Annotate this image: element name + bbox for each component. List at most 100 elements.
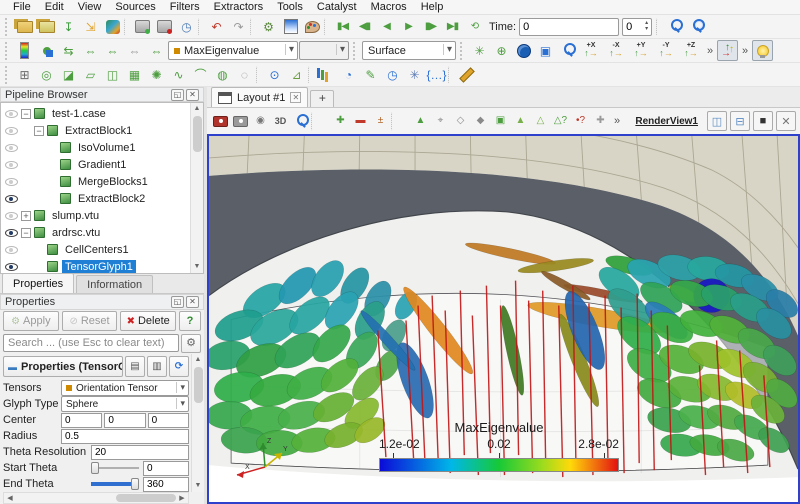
histogram-icon[interactable]: [316, 64, 337, 85]
toolbar-drag-handle[interactable]: [5, 18, 10, 36]
menu-sources[interactable]: Sources: [108, 1, 162, 13]
split-horizontal-button[interactable]: ◫: [707, 111, 727, 131]
visibility-eye-icon[interactable]: [5, 212, 18, 220]
glyph-icon[interactable]: ✺: [146, 64, 167, 85]
pipeline-item-mergeblocks1[interactable]: MergeBlocks1: [1, 173, 188, 190]
zoom-closest-to-data-icon[interactable]: [557, 40, 578, 61]
contour-icon[interactable]: ◎: [36, 64, 57, 85]
menu-macros[interactable]: Macros: [364, 1, 414, 13]
frame-index-spinner[interactable]: [622, 18, 652, 36]
copy-properties-icon[interactable]: ▤: [125, 356, 145, 377]
add-selection-icon[interactable]: ✚: [331, 112, 350, 131]
rubber-band-zoom-icon[interactable]: [513, 40, 534, 61]
delete-button[interactable]: ✖ Delete: [120, 311, 176, 331]
menu-file[interactable]: File: [6, 1, 38, 13]
toolbar-drag-handle[interactable]: [5, 66, 10, 84]
zoom-to-box-icon[interactable]: [291, 112, 310, 131]
select-blocks-icon[interactable]: ▣: [491, 112, 510, 131]
menu-extractors[interactable]: Extractors: [207, 1, 271, 13]
float-dock-icon[interactable]: ◱: [171, 89, 184, 101]
close-dock-icon[interactable]: ✕: [186, 296, 199, 308]
tab-properties[interactable]: Properties: [2, 273, 74, 293]
pipeline-item-cellcenters1[interactable]: CellCenters1: [1, 241, 188, 258]
probe-location-icon[interactable]: ⊙: [264, 64, 285, 85]
center-y-field[interactable]: [104, 413, 145, 428]
visibility-eye-icon[interactable]: [5, 246, 18, 254]
select-points-on-surface-icon[interactable]: ⌖: [431, 112, 450, 131]
end-theta-field[interactable]: [143, 477, 189, 492]
extract-subset-icon[interactable]: ▦: [124, 64, 145, 85]
group-datasets-icon[interactable]: ◍: [212, 64, 233, 85]
close-dock-icon[interactable]: ✕: [186, 89, 199, 101]
visibility-eye-icon[interactable]: [5, 263, 18, 271]
toolbar-drag-handle[interactable]: [460, 42, 465, 60]
interactive-select-cells-icon[interactable]: ▲: [511, 112, 530, 131]
programmable-filter-icon[interactable]: {…}: [426, 64, 447, 85]
zoom-to-data-icon[interactable]: ⊕: [491, 40, 512, 61]
render-options-icon[interactable]: [280, 16, 301, 37]
capture-screenshot-icon[interactable]: [231, 112, 250, 131]
play-backward-button[interactable]: ◀: [376, 16, 397, 37]
visibility-eye-icon[interactable]: [5, 127, 18, 135]
set-view-plus-z-button[interactable]: +Z: [679, 40, 703, 61]
reset-button[interactable]: ⊘ Reset: [62, 311, 118, 331]
tab-information[interactable]: Information: [76, 275, 153, 293]
close-tab-icon[interactable]: ✕: [290, 92, 301, 103]
hover-cells-icon[interactable]: •?: [571, 112, 590, 131]
visibility-eye-icon[interactable]: [5, 144, 18, 152]
pipeline-item-slump-vtu[interactable]: + slump.vtu: [1, 207, 188, 224]
start-theta-field[interactable]: [143, 461, 189, 476]
next-frame-button[interactable]: ▮▶: [420, 16, 441, 37]
apply-button[interactable]: ⚙ Apply: [3, 311, 59, 331]
light-kit-toggle[interactable]: [752, 40, 773, 61]
tree-expander-icon[interactable]: [34, 245, 44, 255]
tree-expander-icon[interactable]: −: [34, 126, 44, 136]
visibility-eye-icon[interactable]: [5, 229, 18, 237]
visibility-eye-icon[interactable]: [5, 110, 18, 118]
last-frame-button[interactable]: ▶▮: [442, 16, 463, 37]
magnifier-add-icon[interactable]: [686, 16, 707, 37]
tree-expander-icon[interactable]: −: [21, 228, 31, 238]
tree-expander-icon[interactable]: [34, 262, 44, 272]
search-input[interactable]: [3, 334, 179, 352]
first-frame-button[interactable]: ▮◀: [332, 16, 353, 37]
tensors-combo[interactable]: Orientation Tensor: [61, 380, 189, 396]
representation-selector[interactable]: Surface: [362, 41, 456, 60]
play-button[interactable]: ▶: [398, 16, 419, 37]
toggle-color-legend-icon[interactable]: [14, 40, 35, 61]
grow-selection-icon[interactable]: ✚: [591, 112, 610, 131]
rescale-temporal-icon[interactable]: ⇔: [124, 40, 145, 61]
add-layout-tab[interactable]: +: [310, 90, 334, 107]
rescale-to-data-icon[interactable]: ⇔: [80, 40, 101, 61]
color-legend[interactable]: MaxEigenvalue 1.2e-02 0.02 2.8e-02: [379, 420, 619, 472]
paste-properties-icon[interactable]: ▥: [147, 356, 167, 377]
extract-level-icon[interactable]: ◌: [234, 64, 255, 85]
maximize-view-button[interactable]: ■: [753, 111, 773, 131]
stream-tracer-icon[interactable]: ∿: [168, 64, 189, 85]
start-theta-slider[interactable]: [91, 461, 139, 475]
menu-help[interactable]: Help: [414, 1, 451, 13]
set-view-minus-x-button[interactable]: -X: [604, 40, 628, 61]
camera-orientation-widget-toggle[interactable]: [717, 40, 738, 61]
set-view-plus-y-button[interactable]: +Y: [629, 40, 653, 61]
tree-expander-icon[interactable]: [47, 177, 57, 187]
tab-layout-1[interactable]: Layout #1 ✕: [211, 87, 308, 107]
interaction-mode-3d-icon[interactable]: 3D: [271, 112, 290, 131]
render-viewport[interactable]: MaxEigenvalue 1.2e-02 0.02 2.8e-02: [207, 134, 800, 504]
save-data-icon[interactable]: ↧: [58, 16, 79, 37]
paraview-logo-icon[interactable]: [102, 16, 123, 37]
record-animation-icon[interactable]: ◉: [251, 112, 270, 131]
toolbar-drag-handle[interactable]: [5, 42, 10, 60]
clip-icon[interactable]: ◪: [58, 64, 79, 85]
edit-color-map-icon[interactable]: [36, 40, 57, 61]
tree-expander-icon[interactable]: [47, 160, 57, 170]
pipeline-item-isovolume1[interactable]: IsoVolume1: [1, 139, 188, 156]
load-state-icon[interactable]: [36, 16, 57, 37]
undo-icon[interactable]: ↶: [206, 16, 227, 37]
pipeline-item-test-1-case[interactable]: − test-1.case: [1, 105, 188, 122]
search-options-gear-icon[interactable]: ⚙: [181, 334, 201, 353]
select-cells-frustum-icon[interactable]: ◇: [451, 112, 470, 131]
pipeline-item-gradient1[interactable]: Gradient1: [1, 156, 188, 173]
threshold-icon[interactable]: ◫: [102, 64, 123, 85]
loop-button[interactable]: ⟲: [464, 16, 485, 37]
